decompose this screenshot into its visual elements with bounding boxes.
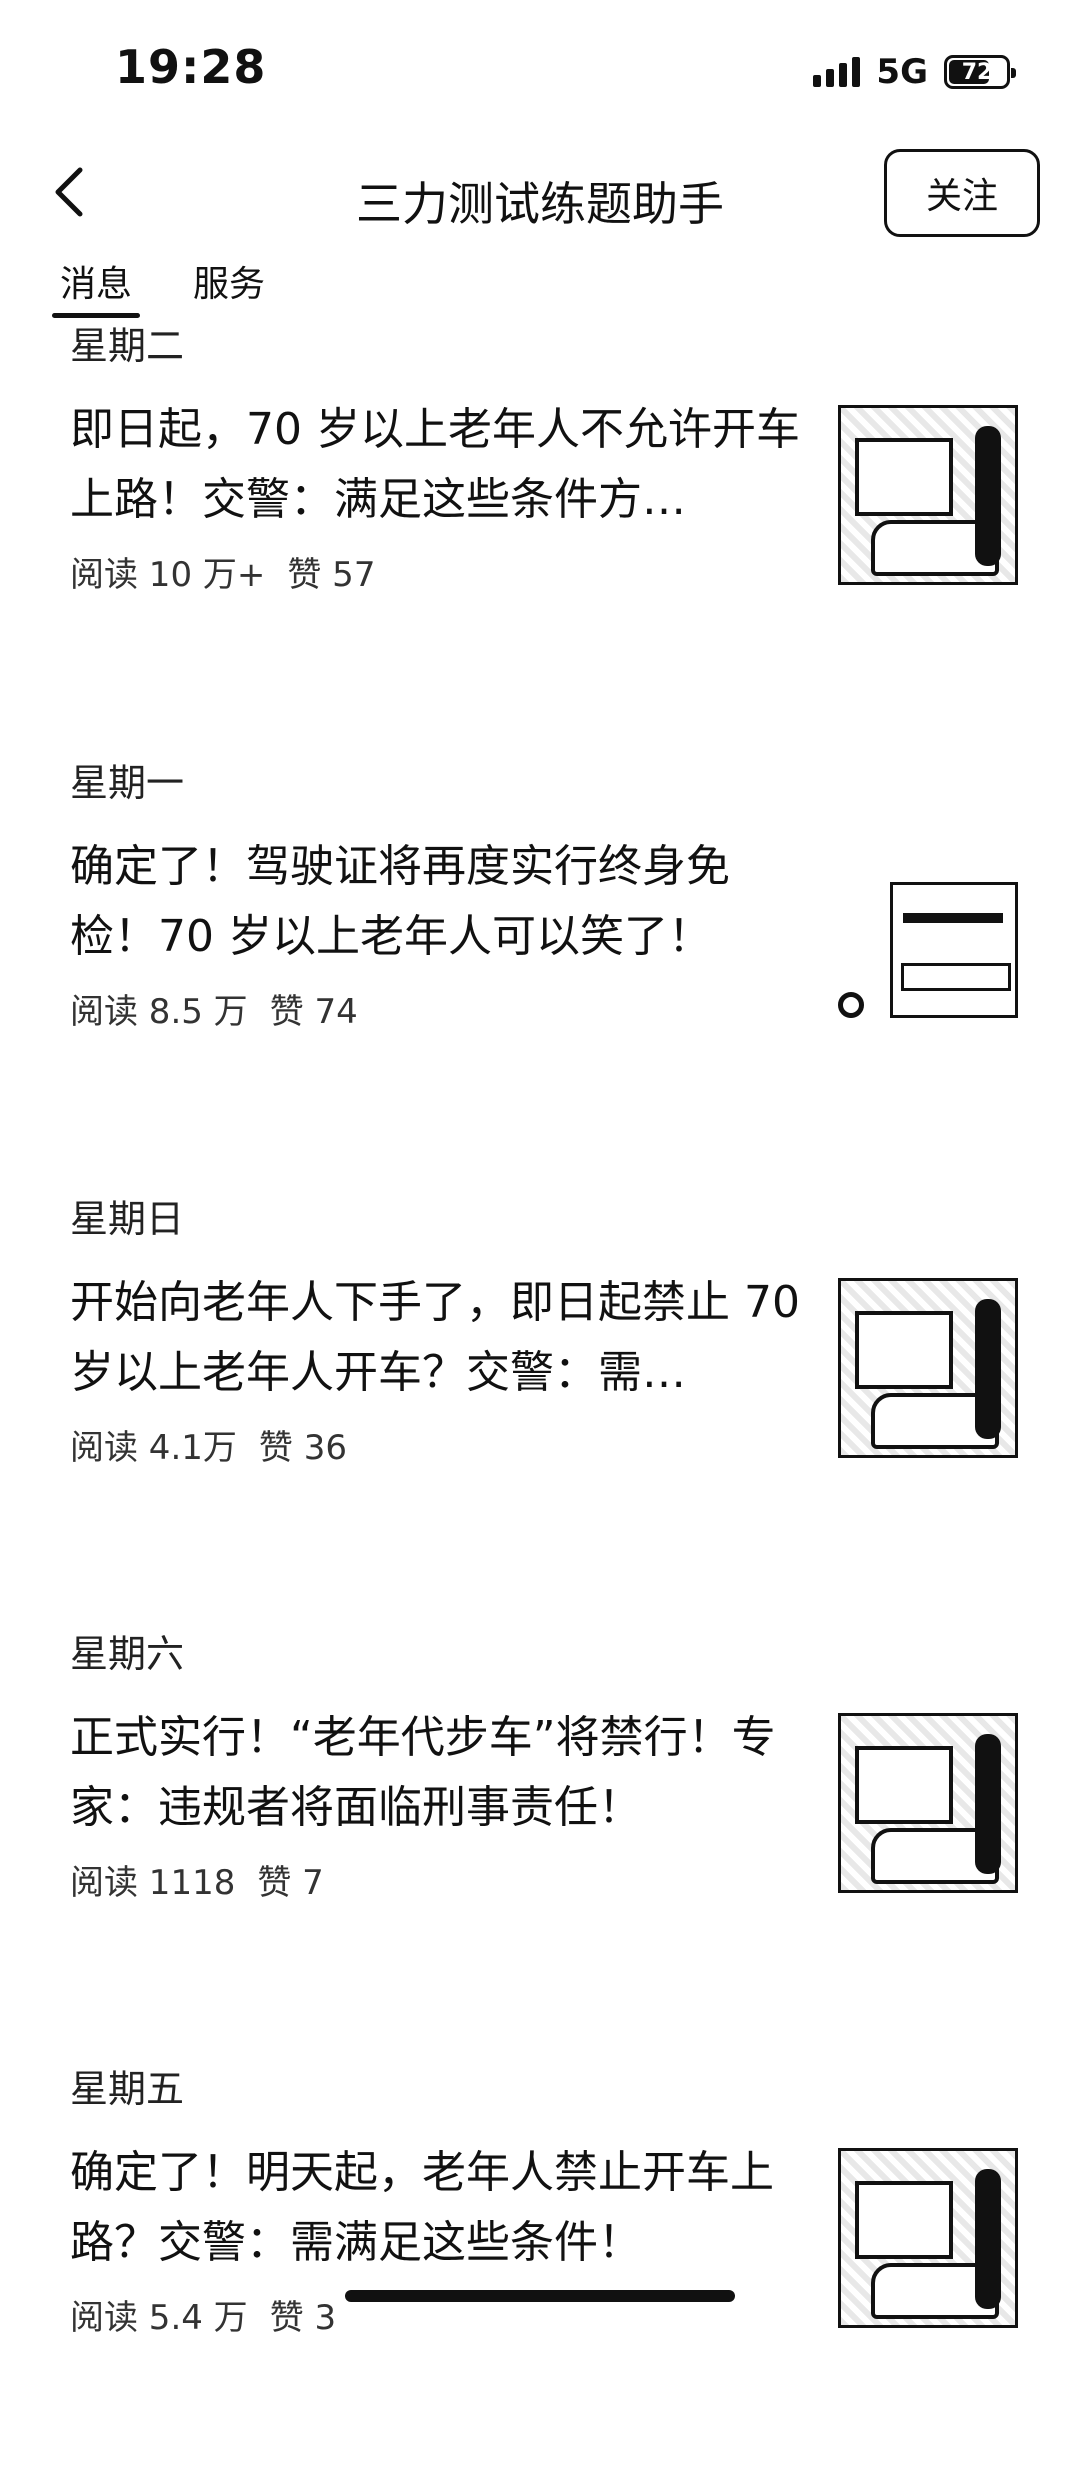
feed-item: 星期五 确定了！明天起，老年人禁止开车上路？交警：需满足这些条件！ 阅读 5.4…	[0, 2058, 1080, 2488]
like-count: 赞 3	[269, 2298, 337, 2338]
day-label: 星期日	[70, 1197, 185, 1241]
day-label: 星期一	[70, 761, 185, 805]
feed-item: 星期二 即日起，70 岁以上老年人不允许开车上路！交警：满足这些条件方… 阅读 …	[0, 315, 1080, 745]
feed-item: 星期一 确定了！驾驶证将再度实行终身免检！70 岁以上老年人可以笑了！ 阅读 8…	[0, 752, 1080, 1182]
article-thumbnail	[838, 2148, 1018, 2328]
article-meta: 阅读 5.4 万赞 3	[70, 2290, 336, 2339]
day-label: 星期二	[70, 324, 185, 368]
article-title: 即日起，70 岁以上老年人不允许开车上路！交警：满足这些条件方…	[70, 404, 800, 525]
home-indicator[interactable]	[345, 2290, 735, 2302]
article-meta: 阅读 8.5 万赞 74	[70, 984, 358, 1033]
day-label: 星期六	[70, 1632, 185, 1676]
article-title: 开始向老年人下手了，即日起禁止 70 岁以上老年人开车？交警：需…	[70, 1277, 800, 1398]
signal-icon	[813, 57, 861, 87]
battery-level: 72	[961, 59, 993, 85]
article-card[interactable]: 开始向老年人下手了，即日起禁止 70 岁以上老年人开车？交警：需… 阅读 4.1…	[0, 1268, 1080, 1498]
status-indicators: 5G 72	[813, 52, 1016, 92]
read-count: 阅读 8.5 万	[70, 992, 248, 1032]
feed-item: 星期日 开始向老年人下手了，即日起禁止 70 岁以上老年人开车？交警：需… 阅读…	[0, 1188, 1080, 1618]
tab-messages[interactable]: 消息	[60, 255, 132, 307]
tab-services[interactable]: 服务	[193, 255, 265, 307]
day-label: 星期五	[70, 2067, 185, 2111]
article-card[interactable]: 确定了！驾驶证将再度实行终身免检！70 岁以上老年人可以笑了！ 阅读 8.5 万…	[0, 832, 1080, 1062]
follow-button[interactable]: 关注	[884, 149, 1040, 237]
tab-bar: 消息 服务	[0, 245, 1080, 320]
like-count: 赞 74	[269, 992, 358, 1032]
read-count: 阅读 10 万+	[70, 555, 266, 595]
read-count: 阅读 1118	[70, 1863, 236, 1903]
battery-cap	[1011, 68, 1016, 78]
article-thumbnail	[838, 1713, 1018, 1893]
article-card[interactable]: 确定了！明天起，老年人禁止开车上路？交警：需满足这些条件！ 阅读 5.4 万赞 …	[0, 2138, 1080, 2368]
article-thumbnail	[838, 882, 1018, 1062]
battery-icon: 72	[944, 55, 1016, 89]
like-count: 赞 36	[258, 1428, 347, 1468]
nav-bar: 三力测试练题助手 关注	[0, 140, 1080, 250]
article-thumbnail	[838, 1278, 1018, 1458]
article-card[interactable]: 正式实行！“老年代步车”将禁行！专家：违规者将面临刑事责任！ 阅读 1118 赞 …	[0, 1703, 1080, 1933]
read-count: 阅读 5.4 万	[70, 2298, 248, 2338]
article-title: 确定了！明天起，老年人禁止开车上路？交警：需满足这些条件！	[70, 2147, 774, 2268]
article-title: 正式实行！“老年代步车”将禁行！专家：违规者将面临刑事责任！	[70, 1712, 776, 1833]
article-title: 确定了！驾驶证将再度实行终身免检！70 岁以上老年人可以笑了！	[70, 841, 730, 962]
article-thumbnail	[838, 405, 1018, 585]
status-time: 19:28	[115, 40, 267, 94]
read-count: 阅读 4.1万	[70, 1428, 237, 1468]
article-meta: 阅读 10 万+ 赞 57	[70, 547, 375, 596]
status-bar: 19:28 5G 72	[0, 0, 1080, 140]
article-card[interactable]: 即日起，70 岁以上老年人不允许开车上路！交警：满足这些条件方… 阅读 10 万…	[0, 395, 1080, 625]
feed-item: 星期六 正式实行！“老年代步车”将禁行！专家：违规者将面临刑事责任！ 阅读 11…	[0, 1623, 1080, 2053]
like-count: 赞 57	[287, 555, 376, 595]
network-type: 5G	[876, 52, 928, 92]
article-meta: 阅读 4.1万赞 36	[70, 1420, 347, 1469]
article-meta: 阅读 1118 赞 7	[70, 1855, 324, 1904]
like-count: 赞 7	[257, 1863, 324, 1903]
